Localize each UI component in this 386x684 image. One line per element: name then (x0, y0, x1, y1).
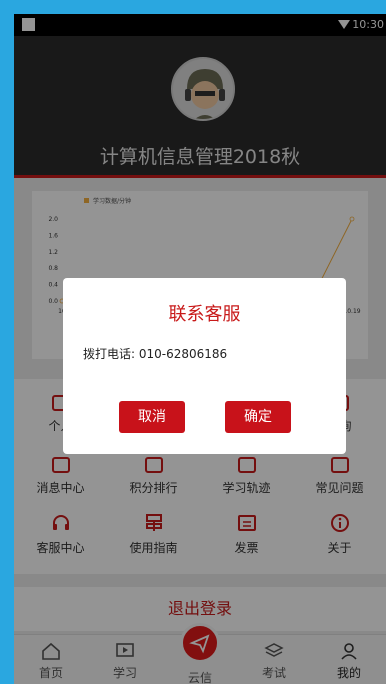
confirm-button[interactable]: 确定 (225, 401, 291, 433)
dialog-message: 拨打电话: 010-62806186 (83, 347, 228, 361)
app-frame: 10:30 计算机信息管理2018秋 学习数据/分钟 2.0 1.6 1.2 0.8 0.… (14, 14, 386, 684)
contact-service-dialog: 联系客服 拨打电话: 010-62806186 取消 确定 (63, 278, 346, 454)
cancel-button[interactable]: 取消 (119, 401, 185, 433)
dialog-title: 联系客服 (168, 304, 241, 325)
